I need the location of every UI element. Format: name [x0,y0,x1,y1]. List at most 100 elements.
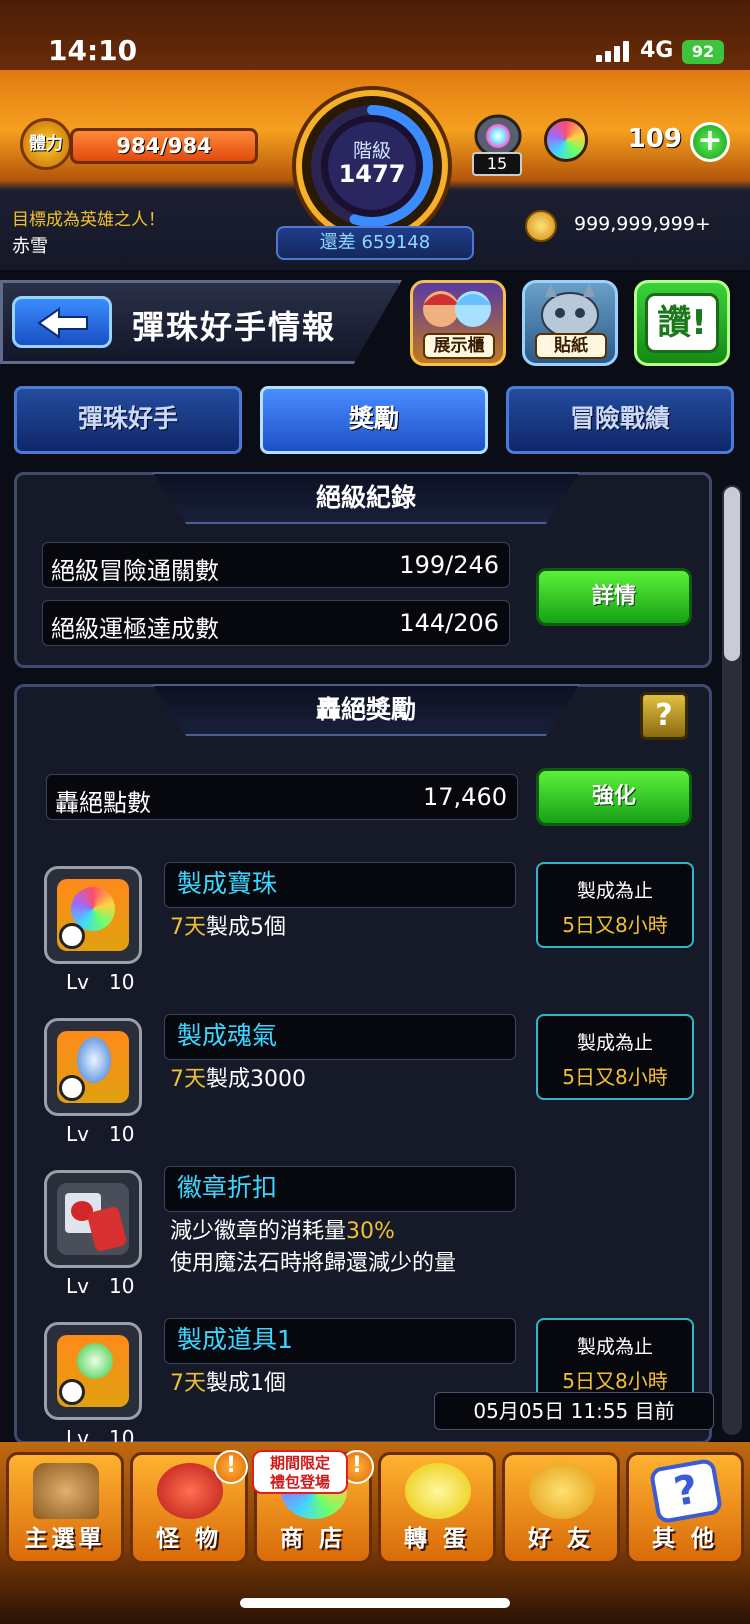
page-title: 彈珠好手情報 [132,308,337,346]
timer-value: 5日又8小時 [562,1369,668,1393]
limited-promo-tag: 期間限定 禮包登場 [252,1450,348,1494]
production-timer: 製成為止 5日又8小時 [536,1014,694,1100]
rank-gauge[interactable]: 階級 1477 [296,90,448,242]
production-timer: 製成為止 5日又8小時 [536,862,694,948]
network-type: 4G [640,38,674,63]
rank-value: 1477 [338,160,406,188]
egg-count: 15 [472,152,522,176]
back-button[interactable] [12,296,112,348]
points-label: 轟絕點數 [55,789,151,817]
stat-value: 144/206 [399,609,499,637]
coin-count: 999,999,999+ [574,213,711,235]
stamina-icon: 體力 [20,118,72,170]
sticker-dragon-icon [541,283,599,338]
showcase-label: 展示櫃 [423,333,495,359]
stat-label: 絕級冒險通關數 [51,557,219,585]
player-name: 赤雪 [12,236,48,257]
reward-panel-title: 轟絕獎勵 [152,684,580,736]
sticker-button[interactable]: 貼紙 [522,280,618,366]
item-effect: 減少徽章的消耗量 [170,1219,347,1244]
stamina-bar[interactable]: 984/984 [70,128,258,164]
points-row: 轟絕點數 17,460 [46,774,518,820]
scroll-thumb[interactable] [724,487,740,661]
item-name: 製成寶珠 [164,862,516,908]
update-timestamp: 05月05日 11:55 目前 [434,1392,714,1430]
item-name: 製成魂氣 [164,1014,516,1060]
reward-item-icon[interactable] [44,1170,142,1268]
monster-alert-badge: ! [214,1450,248,1484]
nav-friends[interactable]: 好 友 [502,1452,620,1564]
nav-label: 怪 物 [155,1526,222,1552]
home-indicator [240,1598,510,1608]
item-discount: 30% [346,1219,395,1244]
record-panel-title: 絕級紀錄 [152,472,580,524]
item-level: Lv 10 [66,1274,135,1298]
orb-icon [544,118,588,162]
like-label: 讚! [645,293,719,353]
reward-item-icon[interactable] [44,866,142,964]
item-name: 製成道具1 [164,1318,516,1364]
nav-other[interactable]: ? 其 他 [626,1452,744,1564]
signal-icon [596,40,632,62]
stat-row: 絕級運極達成數 144/206 [42,600,510,646]
castle-icon [33,1463,99,1519]
item-level: Lv 10 [66,1122,135,1146]
rank-label: 階級 [352,140,391,162]
sticker-label: 貼紙 [535,333,607,359]
battery-icon: 92 [682,40,724,64]
status-bar: 14:10 4G 92 [0,0,750,70]
coin-icon [525,210,557,242]
orb-production-icon [57,879,129,951]
item-production-icon [57,1335,129,1407]
nav-label: 好 友 [527,1526,594,1552]
nav-label: 轉 蛋 [403,1526,470,1552]
item-level: Lv 10 [66,970,135,994]
rank-exp-remaining: 還差 659148 [276,226,474,260]
tab-battle-record[interactable]: 冒險戰績 [506,386,734,454]
enhance-button[interactable]: 強化 [536,768,692,826]
nav-main-menu[interactable]: 主選單 [6,1452,124,1564]
item-effect-detail: 使用魔法石時將歸還減少的量 [170,1251,457,1276]
player-goal: 目標成為英雄之人！ [12,210,165,230]
back-arrow-icon [37,307,88,339]
badge-discount-icon [57,1183,129,1255]
item-duration: 7天 [170,1067,206,1092]
showcase-characters-icon [423,291,491,327]
item-effect: 製成3000 [206,1067,306,1092]
timer-label: 製成為止 [576,880,653,902]
nav-label: 商 店 [279,1526,346,1552]
detail-button[interactable]: 詳情 [536,568,692,626]
timer-label: 製成為止 [576,1032,653,1054]
showcase-button[interactable]: 展示櫃 [410,280,506,366]
nav-label: 主選單 [24,1526,106,1552]
item-description: 減少徽章的消耗量30% 使用魔法石時將歸還減少的量 [170,1216,456,1280]
nav-label: 其 他 [651,1526,718,1552]
tab-rewards[interactable]: 獎勵 [260,386,488,454]
item-duration: 7天 [170,915,206,940]
clock: 14:10 [48,34,138,67]
timer-value: 5日又8小時 [562,913,668,937]
stat-row: 絕級冒險通關數 199/246 [42,542,510,588]
item-description: 7天製成1個 [170,1368,286,1400]
tab-player[interactable]: 彈珠好手 [14,386,242,454]
item-effect: 製成5個 [206,915,286,940]
friends-icon [529,1463,595,1519]
soul-production-icon [57,1031,129,1103]
item-effect: 製成1個 [206,1371,286,1396]
reward-item-icon[interactable] [44,1018,142,1116]
item-duration: 7天 [170,1371,206,1396]
help-button[interactable]: ? [640,692,688,740]
nav-gacha[interactable]: 轉 蛋 [378,1452,496,1564]
gacha-egg-icon [405,1463,471,1519]
like-button[interactable]: 讚! [634,280,730,366]
timer-value: 5日又8小時 [562,1065,668,1089]
points-value: 17,460 [423,783,507,811]
buy-orb-button[interactable]: + [690,122,730,162]
orb-count: 109 [627,124,682,154]
scrollbar[interactable] [722,485,742,1435]
monster-icon [157,1463,223,1519]
reward-item-icon[interactable] [44,1322,142,1420]
stat-label: 絕級運極達成數 [51,615,219,643]
stamina-text: 984/984 [116,134,212,158]
item-name: 徽章折扣 [164,1166,516,1212]
